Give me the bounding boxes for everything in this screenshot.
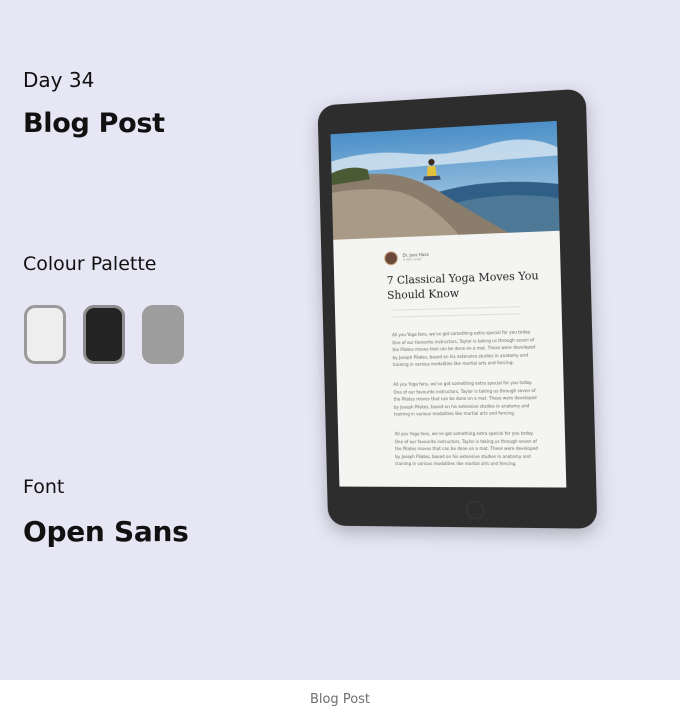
footer-caption: Blog Post [0, 680, 680, 710]
swatch-dark [83, 305, 125, 364]
home-button [465, 501, 485, 520]
font-label: Font [23, 476, 65, 498]
page-title: Blog Post [23, 108, 165, 139]
swatch-light [24, 305, 66, 364]
day-label: Day 34 [23, 68, 95, 92]
tablet-mockup: Dr. Jane Hasa 5 min read 7 Classical Yog… [317, 88, 598, 529]
post-title: 7 Classical Yoga Moves You Should Know [386, 269, 539, 302]
post-toolbar [392, 306, 522, 318]
font-name: Open Sans [23, 515, 189, 548]
post-paragraph: All you Yoga fans, we've got something e… [391, 329, 536, 368]
author-meta: 5 min read [402, 257, 422, 262]
tablet-screen: Dr. Jane Hasa 5 min read 7 Classical Yog… [330, 120, 567, 488]
post-paragraph: All you Yoga fans, we've got something e… [393, 379, 537, 417]
showcase-canvas: Day 34 Blog Post Colour Palette Font Ope… [0, 0, 680, 680]
swatch-grey [142, 305, 184, 364]
palette-heading: Colour Palette [23, 253, 157, 275]
hero-image [330, 120, 560, 240]
author-byline: Dr. Jane Hasa 5 min read [384, 250, 429, 266]
avatar [384, 251, 398, 266]
post-paragraph: All you Yoga fans, we've got something e… [394, 430, 539, 467]
